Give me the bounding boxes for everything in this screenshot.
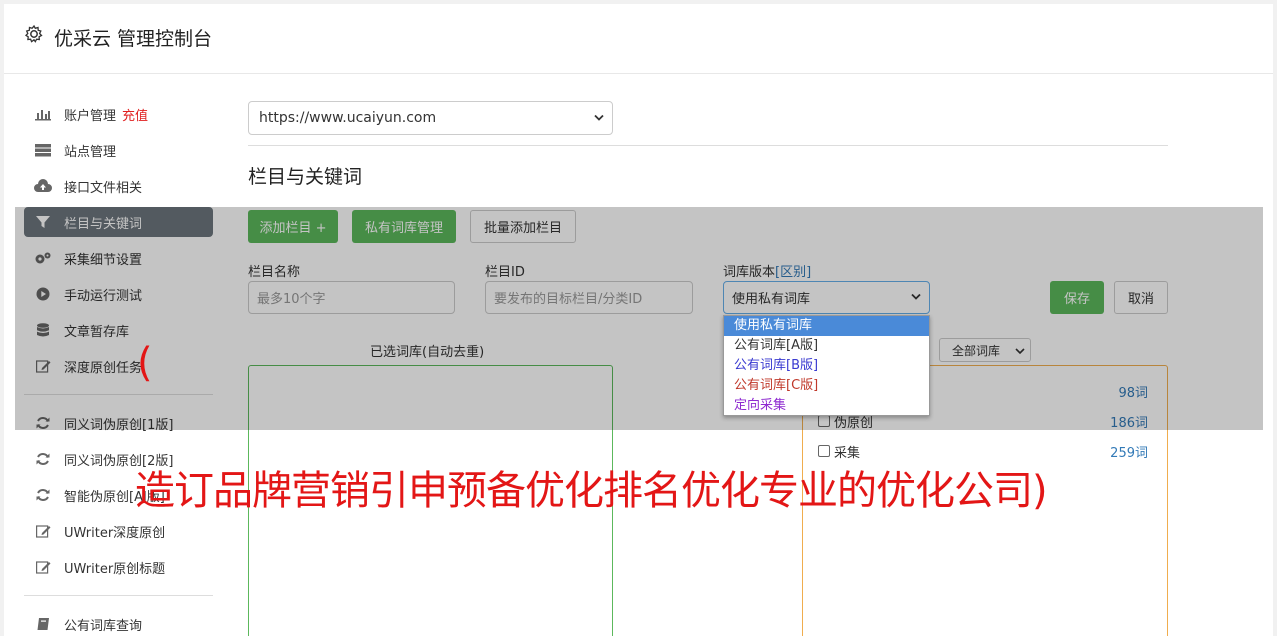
- lib-checkbox[interactable]: [818, 445, 830, 457]
- play-icon: [34, 285, 52, 303]
- section-title: 栏目与关键词: [248, 166, 363, 188]
- refresh-icon: [34, 450, 52, 468]
- all-lib-select[interactable]: 全部词库: [939, 338, 1031, 362]
- sidebar-item-collect-settings[interactable]: 采集细节设置: [24, 243, 213, 273]
- sidebar-item-label: 接口文件相关: [64, 180, 143, 196]
- book-icon: [34, 615, 52, 633]
- column-name-input[interactable]: 最多10个字: [248, 281, 455, 314]
- sidebar-item-label: 公有词库查询: [64, 618, 143, 634]
- dropdown-option[interactable]: 定向采集: [724, 396, 929, 416]
- divider: [248, 145, 1168, 146]
- recharge-link[interactable]: 充值: [122, 105, 148, 124]
- page-header: 优采云 管理控制台: [4, 4, 1273, 74]
- sidebar-divider: [24, 595, 213, 596]
- dropdown-option[interactable]: 使用私有词库: [724, 316, 929, 336]
- edit-icon: [34, 558, 52, 576]
- sidebar-item-columns[interactable]: 栏目与关键词: [24, 207, 213, 237]
- sidebar-item-label: 采集细节设置: [64, 252, 143, 268]
- lib-version-label-text: 词库版本: [723, 265, 776, 280]
- dropdown-option[interactable]: 公有词库[A版]: [724, 336, 929, 356]
- dropdown-option[interactable]: 公有词库[B版]: [724, 356, 929, 376]
- column-id-label: 栏目ID: [485, 265, 525, 280]
- lib-count: 259词: [1110, 445, 1148, 461]
- sidebar-item-uwriter-title[interactable]: UWriter原创标题: [24, 552, 213, 582]
- chevron-down-icon: [594, 112, 604, 128]
- sidebar-item-label: 文章暂存库: [64, 324, 130, 340]
- sidebar-divider: [24, 394, 213, 395]
- refresh-icon: [34, 414, 52, 432]
- server-icon: [34, 141, 52, 159]
- sidebar-item-label: 深度原创任务: [64, 360, 143, 376]
- database-icon: [34, 321, 52, 339]
- chevron-down-icon: [911, 291, 921, 307]
- selected-lib-label: 已选词库(自动去重): [370, 345, 485, 360]
- lib-version-label: 词库版本[区别]: [723, 261, 811, 280]
- sidebar-item-label: 手动运行测试: [64, 288, 143, 304]
- lib-count: 98词: [1118, 385, 1148, 401]
- sidebar-item-label: 栏目与关键词: [64, 216, 143, 232]
- page-title: 优采云 管理控制台: [54, 28, 213, 50]
- sidebar-item-account[interactable]: 账户管理 充值: [24, 99, 213, 129]
- batch-add-button[interactable]: 批量添加栏目: [470, 210, 576, 243]
- sidebar-item-synonym-v1[interactable]: 同义词伪原创[1版]: [24, 408, 213, 438]
- site-select-value: https://www.ucaiyun.com: [259, 110, 437, 126]
- sidebar-item-label: 站点管理: [64, 144, 117, 160]
- save-button[interactable]: 保存: [1050, 281, 1104, 314]
- sidebar-item-sites[interactable]: 站点管理: [24, 135, 213, 165]
- sidebar-item-label: 同义词伪原创[1版]: [64, 417, 174, 433]
- lib-version-value: 使用私有词库: [732, 292, 811, 307]
- watermark-text: 造订品牌营销引申预备优化排名优化专业的优化公司): [135, 468, 1048, 514]
- sidebar-item-label: 账户管理: [64, 108, 117, 124]
- sidebar-item-label: UWriter深度原创: [64, 525, 166, 541]
- sidebar-item-article-store[interactable]: 文章暂存库: [24, 315, 213, 345]
- sidebar-item-deep-rewrite[interactable]: 深度原创任务: [24, 351, 213, 381]
- cancel-button[interactable]: 取消: [1114, 281, 1168, 314]
- lib-version-diff-link[interactable]: [区别]: [775, 265, 811, 280]
- gear-icon: [24, 24, 44, 44]
- chevron-down-icon: [1015, 345, 1025, 359]
- dropdown-option[interactable]: 公有词库[C版]: [724, 376, 929, 396]
- lib-checkbox[interactable]: [818, 415, 830, 427]
- column-id-input[interactable]: 要发布的目标栏目/分类ID: [485, 281, 693, 314]
- sidebar-item-uwriter-deep[interactable]: UWriter深度原创: [24, 516, 213, 546]
- lib-version-dropdown[interactable]: 使用私有词库 公有词库[A版] 公有词库[B版] 公有词库[C版] 定向采集: [723, 315, 930, 416]
- sidebar-item-interface[interactable]: 接口文件相关: [24, 171, 213, 201]
- site-select[interactable]: https://www.ucaiyun.com: [248, 101, 613, 135]
- cloud-upload-icon: [34, 177, 52, 195]
- lib-count: 186词: [1110, 415, 1148, 431]
- sidebar-item-public-lib[interactable]: 公有词库查询: [24, 609, 213, 636]
- filter-icon: [34, 213, 52, 231]
- sidebar-item-run-test[interactable]: 手动运行测试: [24, 279, 213, 309]
- private-lib-button[interactable]: 私有词库管理: [352, 210, 456, 243]
- column-name-label: 栏目名称: [248, 265, 301, 280]
- bar-chart-icon: [34, 105, 52, 123]
- watermark-paren: (: [137, 340, 153, 386]
- refresh-icon: [34, 486, 52, 504]
- lib-version-select[interactable]: 使用私有词库: [723, 281, 930, 314]
- gears-icon: [34, 249, 52, 267]
- sidebar-item-label: UWriter原创标题: [64, 561, 166, 577]
- edit-icon: [34, 522, 52, 540]
- add-column-button[interactable]: 添加栏目 +: [248, 210, 338, 243]
- all-lib-select-value: 全部词库: [952, 343, 1001, 358]
- edit-icon: [34, 357, 52, 375]
